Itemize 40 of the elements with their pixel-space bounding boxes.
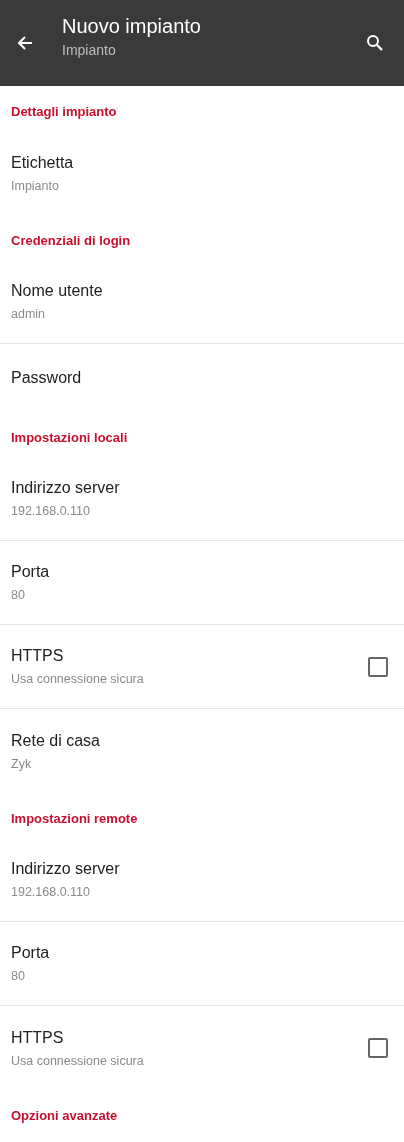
settings-item[interactable]: Porta 80 (0, 922, 404, 1006)
setting-value: 80 (11, 588, 26, 602)
section-header: Impostazioni remote (10, 810, 139, 828)
section-header: Impostazioni locali (10, 429, 129, 447)
setting-value: admin (11, 307, 47, 321)
settings-item[interactable]: Nome utente admin (0, 260, 404, 344)
setting-value: Zyk (11, 756, 33, 771)
setting-label: HTTPS (11, 647, 65, 665)
settings-item[interactable]: Indirizzo server 192.168.0.110 (0, 838, 404, 922)
setting-label: Indirizzo server (11, 479, 121, 497)
setting-label: Rete di casa (11, 731, 101, 750)
setting-label: Porta (11, 563, 51, 581)
section-header: Dettagli impianto (10, 103, 118, 121)
settings-item[interactable]: HTTPS Usa connessione sicura (0, 625, 404, 709)
search-icon (366, 34, 384, 52)
checkbox[interactable] (368, 656, 388, 677)
setting-value: Usa connessione sicura (11, 672, 145, 686)
section-header: Credenziali di login (10, 232, 132, 250)
screen-title: Nuovo impianto (62, 14, 202, 38)
setting-label: HTTPS (11, 1028, 65, 1047)
setting-value: 192.168.0.110 (11, 504, 91, 518)
settings-item[interactable]: Rete di casa Zyk (0, 709, 404, 793)
setting-label: Password (11, 369, 83, 387)
screen-subtitle: Impianto (62, 41, 117, 58)
setting-value: Usa connessione sicura (11, 1053, 145, 1068)
settings-item[interactable]: Password (0, 344, 404, 412)
setting-label: Indirizzo server (11, 860, 121, 878)
setting-value: Impianto (11, 178, 60, 193)
setting-label: Etichetta (11, 153, 75, 172)
setting-value: 192.168.0.110 (11, 885, 91, 899)
settings-item[interactable]: HTTPS Usa connessione sicura (0, 1006, 404, 1090)
setting-label: Porta (11, 944, 51, 962)
back-arrow-icon (16, 34, 34, 52)
setting-value: 80 (11, 969, 26, 983)
setting-label: Nome utente (11, 282, 104, 300)
checkbox[interactable] (368, 1038, 388, 1058)
settings-item[interactable]: Etichetta Impianto (0, 131, 404, 215)
settings-item[interactable]: Indirizzo server 192.168.0.110 (0, 457, 404, 541)
section-header: Opzioni avanzate (10, 1107, 119, 1125)
settings-item[interactable]: Porta 80 (0, 541, 404, 625)
